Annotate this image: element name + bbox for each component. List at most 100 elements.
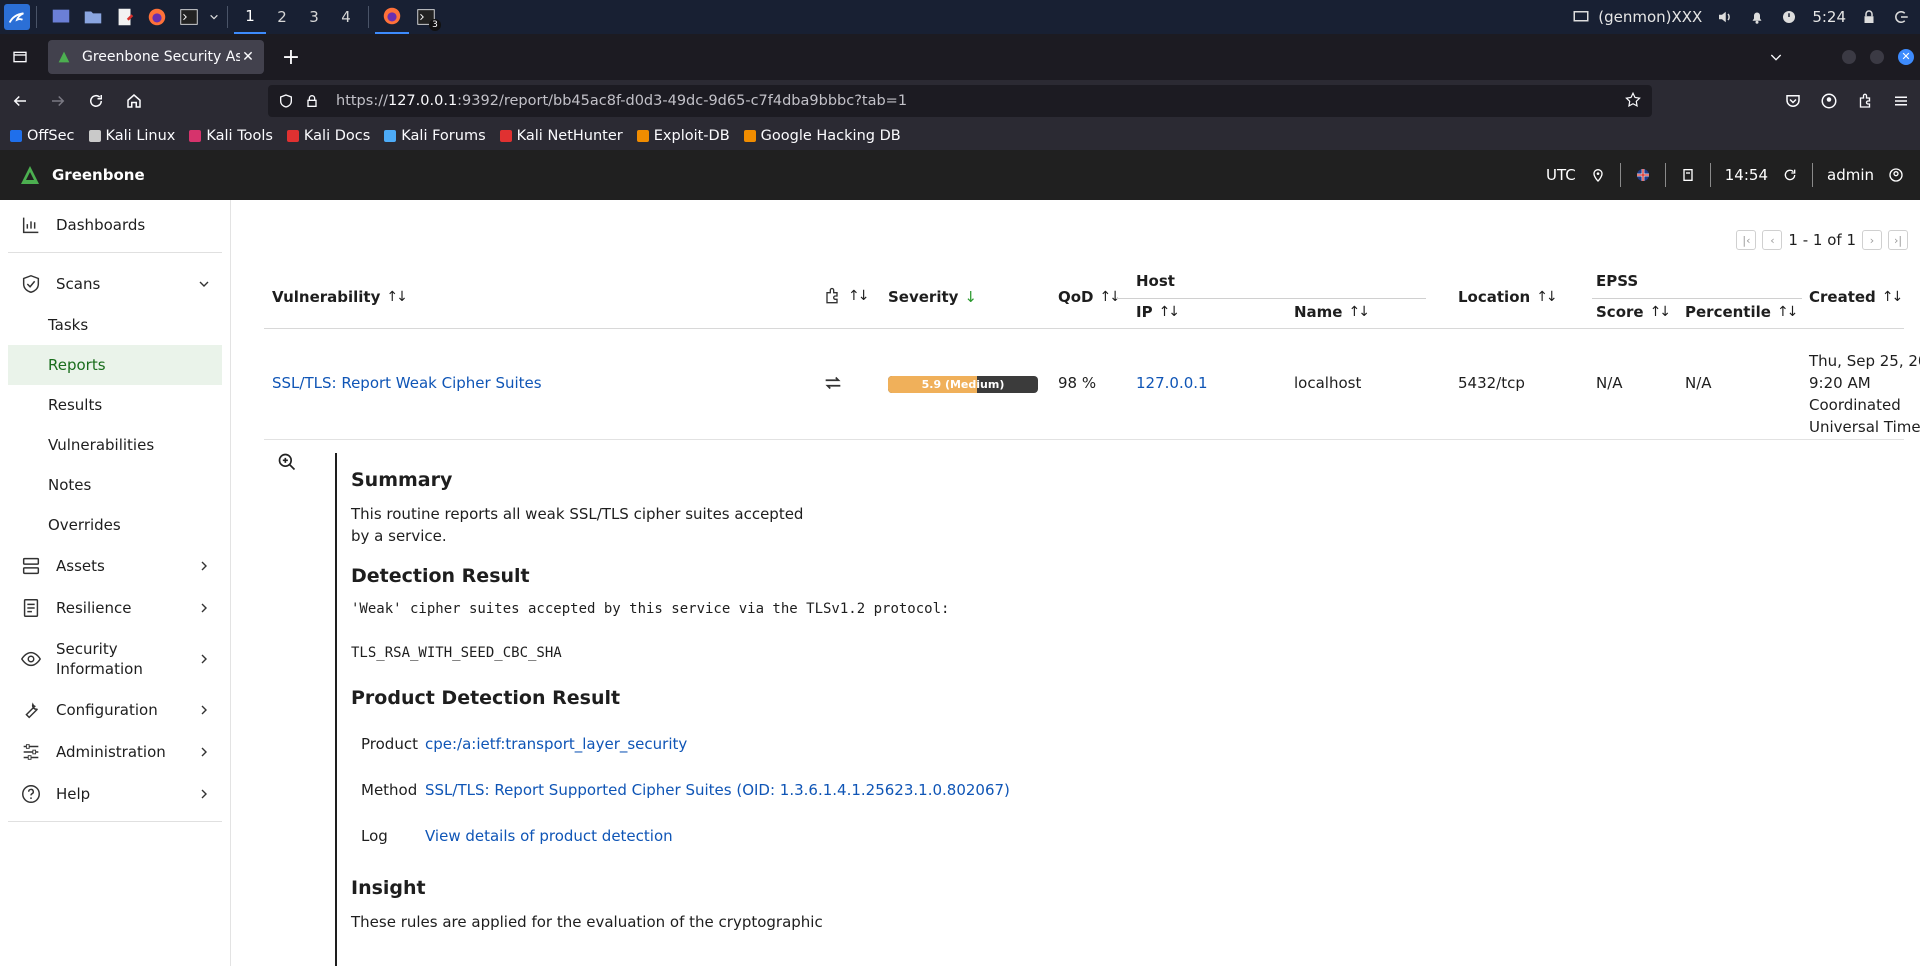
location-pin-icon[interactable] — [1590, 167, 1606, 183]
account-icon[interactable] — [1820, 92, 1838, 110]
sidebar-label: Security Information — [56, 640, 143, 678]
zoom-in-icon[interactable] — [277, 452, 297, 472]
workspace-3[interactable]: 3 — [298, 0, 330, 34]
desktop-icon[interactable] — [47, 3, 75, 31]
list-all-tabs-icon[interactable] — [1768, 49, 1784, 65]
sidebar-label: Resilience — [56, 599, 132, 617]
main-content: |‹ ‹ 1 - 1 of 1 › ›| Vulnerability ↑↓ ↑↓ … — [232, 200, 1920, 966]
sidebar-item-vulnerabilities[interactable]: Vulnerabilities — [8, 425, 222, 465]
bookmark-offsec[interactable]: OffSec — [10, 128, 75, 144]
new-tab-button[interactable]: + — [274, 40, 308, 74]
sidebar-item-tasks[interactable]: Tasks — [8, 305, 222, 345]
sidebar-item-dashboards[interactable]: Dashboards — [8, 204, 222, 246]
sidebar-item-security-information[interactable]: Security Information — [8, 629, 222, 689]
column-header-epss-percentile[interactable]: Percentile ↑↓ — [1685, 303, 1798, 321]
back-arrow-icon — [13, 95, 26, 107]
column-header-name[interactable]: Name ↑↓ — [1294, 303, 1370, 321]
shield-icon[interactable] — [278, 93, 294, 109]
greenbone-logo[interactable]: Greenbone — [18, 163, 145, 187]
pocket-icon[interactable] — [1784, 92, 1802, 110]
column-header-location[interactable]: Location ↑↓ — [1458, 288, 1558, 306]
firefox-launcher-icon[interactable] — [143, 3, 171, 31]
product-link[interactable]: cpe:/a:ietf:transport_layer_security — [425, 735, 687, 753]
terminal-launcher-icon[interactable] — [175, 3, 203, 31]
lock-warning-icon[interactable] — [304, 93, 320, 109]
first-page-icon[interactable]: |‹ — [1736, 230, 1757, 250]
kali-menu-icon[interactable] — [4, 4, 30, 30]
sidebar-item-configuration[interactable]: Configuration — [8, 689, 222, 731]
launcher-dropdown-icon[interactable] — [207, 3, 221, 31]
workspace-2[interactable]: 2 — [266, 0, 298, 34]
column-header-severity[interactable]: Severity ↓ — [888, 288, 977, 306]
column-header-epss-score[interactable]: Score ↑↓ — [1596, 303, 1671, 321]
url-host: 127.0.0.1 — [387, 93, 458, 109]
home-button[interactable] — [116, 83, 152, 119]
sidebar-item-resilience[interactable]: Resilience — [8, 587, 222, 629]
volume-icon[interactable] — [1716, 8, 1734, 26]
url-bar[interactable]: https://127.0.0.1:9392/report/bb45ac8f-d… — [268, 85, 1652, 117]
hamburger-menu-icon[interactable] — [1892, 92, 1910, 110]
language-flag-icon[interactable] — [1635, 167, 1651, 183]
close-window-button[interactable]: ✕ — [1898, 49, 1914, 65]
file-manager-icon[interactable] — [79, 3, 107, 31]
refresh-icon[interactable] — [1782, 167, 1798, 183]
firefox-view-button[interactable] — [0, 34, 40, 80]
bookmark-kali-nethunter[interactable]: Kali NetHunter — [499, 128, 623, 144]
lock-screen-icon[interactable] — [1860, 8, 1878, 26]
sidebar-item-results[interactable]: Results — [8, 385, 222, 425]
forward-button[interactable] — [40, 83, 76, 119]
bookmark-kali-tools[interactable]: Kali Tools — [189, 128, 273, 144]
column-header-vulnerability[interactable]: Vulnerability ↑↓ — [272, 288, 408, 306]
close-tab-icon[interactable]: ✕ — [240, 49, 256, 65]
sidebar-item-notes[interactable]: Notes — [8, 465, 222, 505]
column-header-ip[interactable]: IP ↑↓ — [1136, 303, 1180, 321]
bookmark-kali-docs[interactable]: Kali Docs — [286, 128, 370, 144]
text-editor-icon[interactable] — [111, 3, 139, 31]
sidebar-item-reports[interactable]: Reports — [8, 345, 222, 385]
bookmark-google-hacking-db[interactable]: Google Hacking DB — [743, 128, 901, 144]
browser-tab-greenbone[interactable]: Greenbone Security Assis ✕ — [48, 40, 264, 74]
log-row: Log View details of product detection — [351, 813, 1235, 859]
sidebar-item-help[interactable]: Help — [8, 773, 222, 815]
log-link[interactable]: View details of product detection — [425, 827, 673, 845]
column-header-qod[interactable]: QoD ↑↓ — [1058, 288, 1121, 306]
insight-text: These rules are applied for the evaluati… — [351, 913, 823, 931]
extensions-icon[interactable] — [1856, 92, 1874, 110]
terminal-window-button[interactable]: 3 — [409, 0, 443, 34]
bookmark-kali-linux[interactable]: Kali Linux — [88, 128, 175, 144]
host-ip-link[interactable]: 127.0.0.1 — [1136, 374, 1208, 392]
manual-book-icon[interactable] — [1680, 167, 1696, 183]
header-label: IP — [1136, 303, 1153, 321]
previous-page-icon[interactable]: ‹ — [1762, 230, 1783, 250]
notification-bell-icon[interactable] — [1748, 8, 1766, 26]
bookmark-exploit-db[interactable]: Exploit-DB — [636, 128, 730, 144]
column-header-created[interactable]: Created ↑↓ — [1809, 288, 1903, 306]
reload-button[interactable] — [78, 83, 114, 119]
next-page-icon[interactable]: › — [1862, 230, 1882, 250]
workspace-4[interactable]: 4 — [330, 0, 362, 34]
sidebar-item-overrides[interactable]: Overrides — [8, 505, 222, 545]
power-indicator-icon[interactable] — [1780, 8, 1798, 26]
back-button[interactable] — [2, 83, 38, 119]
sidebar-item-assets[interactable]: Assets — [8, 545, 222, 587]
sidebar-item-administration[interactable]: Administration — [8, 731, 222, 773]
user-profile-icon[interactable] — [1888, 167, 1904, 183]
vulnerability-link[interactable]: SSL/TLS: Report Weak Cipher Suites — [272, 374, 542, 392]
method-link[interactable]: SSL/TLS: Report Supported Cipher Suites … — [425, 781, 1010, 799]
bookmark-kali-forums[interactable]: Kali Forums — [384, 128, 486, 144]
genmon-widget[interactable]: (genmon)XXX — [1572, 8, 1702, 26]
sort-descending-icon: ↓ — [964, 288, 977, 306]
logout-icon[interactable] — [1892, 8, 1910, 26]
last-page-icon[interactable]: ›| — [1888, 230, 1908, 250]
taskbar-clock[interactable]: 5:24 — [1812, 8, 1846, 26]
workspace-1[interactable]: 1 — [234, 0, 266, 34]
username[interactable]: admin — [1827, 166, 1874, 184]
bookmark-star-icon[interactable] — [1624, 91, 1642, 109]
column-header-solution-type[interactable]: ↑↓ — [822, 286, 870, 306]
sidebar-item-scans[interactable]: Scans — [8, 263, 222, 305]
kali-bookmark-icon — [88, 130, 101, 142]
maximize-window-button[interactable] — [1870, 50, 1884, 64]
firefox-window-button[interactable] — [375, 0, 409, 34]
sidebar: Dashboards Scans Tasks Reports Results V… — [0, 200, 231, 966]
minimize-window-button[interactable] — [1842, 50, 1856, 64]
